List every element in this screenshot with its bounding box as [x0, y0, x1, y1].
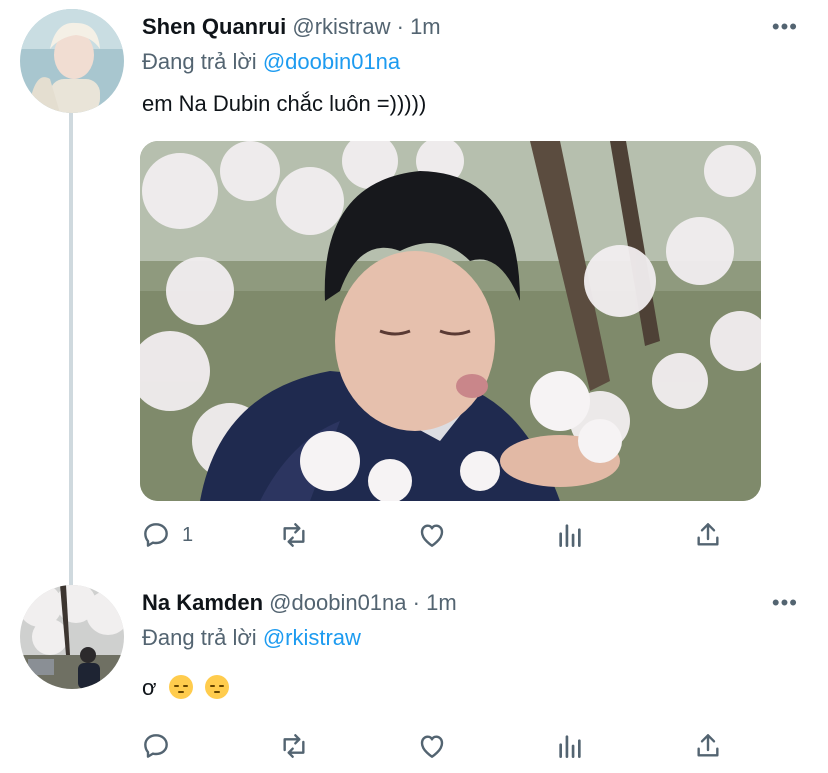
display-name[interactable]: Shen Quanrui [142, 14, 286, 39]
tweet-photo[interactable] [140, 141, 761, 501]
pensive-face-emoji-icon [168, 675, 193, 699]
avatar[interactable] [20, 9, 124, 113]
analytics-button[interactable] [554, 515, 586, 555]
separator: · [412, 590, 420, 615]
timestamp[interactable]: 1m [426, 590, 457, 615]
replying-to-label: Đang trả lời [142, 49, 263, 74]
avatar[interactable] [20, 585, 124, 689]
tweet-text: ơ [142, 675, 229, 701]
mention-link[interactable]: @rkistraw [263, 625, 361, 650]
like-icon [420, 735, 444, 758]
display-name[interactable]: Na Kamden [142, 590, 263, 615]
share-button[interactable] [692, 726, 724, 766]
like-button[interactable] [416, 726, 448, 766]
replying-to-label: Đang trả lời [142, 625, 263, 650]
replying-to: Đang trả lời @doobin01na [142, 49, 400, 75]
tweet-actions: 1 [140, 515, 740, 555]
reply-icon [144, 523, 168, 547]
more-options-icon[interactable]: ••• [772, 14, 798, 40]
tweet-text: em Na Dubin chắc luôn =))))) [142, 91, 427, 116]
share-icon [697, 734, 719, 757]
reply-button[interactable]: 1 [140, 515, 193, 555]
tweet-shen-quanrui[interactable]: Shen Quanrui @rkistraw · 1m ••• Đang trả… [0, 0, 828, 580]
analytics-icon [559, 524, 581, 547]
tweet-header: Shen Quanrui @rkistraw · 1m [142, 14, 441, 40]
reply-count: 1 [182, 523, 194, 546]
reply-icon [144, 734, 168, 758]
analytics-button[interactable] [554, 726, 586, 766]
separator: · [396, 14, 404, 39]
share-button[interactable] [692, 515, 724, 555]
tweet-text-content: ơ [142, 675, 157, 700]
tweet-na-kamden[interactable]: Na Kamden @doobin01na · 1m ••• Đang trả … [0, 580, 828, 773]
like-button[interactable] [416, 515, 448, 555]
retweet-button[interactable] [278, 726, 310, 766]
tweet-actions [140, 726, 740, 766]
retweet-icon [283, 734, 305, 758]
like-icon [420, 524, 444, 547]
mention-link[interactable]: @doobin01na [263, 49, 400, 74]
tweet-header: Na Kamden @doobin01na · 1m [142, 590, 457, 616]
user-handle[interactable]: @rkistraw [292, 14, 390, 39]
user-handle[interactable]: @doobin01na [269, 590, 406, 615]
replying-to: Đang trả lời @rkistraw [142, 625, 361, 651]
retweet-button[interactable] [278, 515, 310, 555]
timestamp[interactable]: 1m [410, 14, 441, 39]
pensive-face-emoji-icon [204, 675, 229, 699]
more-options-icon[interactable]: ••• [772, 590, 798, 616]
reply-button[interactable] [140, 726, 182, 766]
retweet-icon [283, 523, 305, 547]
analytics-icon [559, 735, 581, 758]
share-icon [697, 523, 719, 546]
